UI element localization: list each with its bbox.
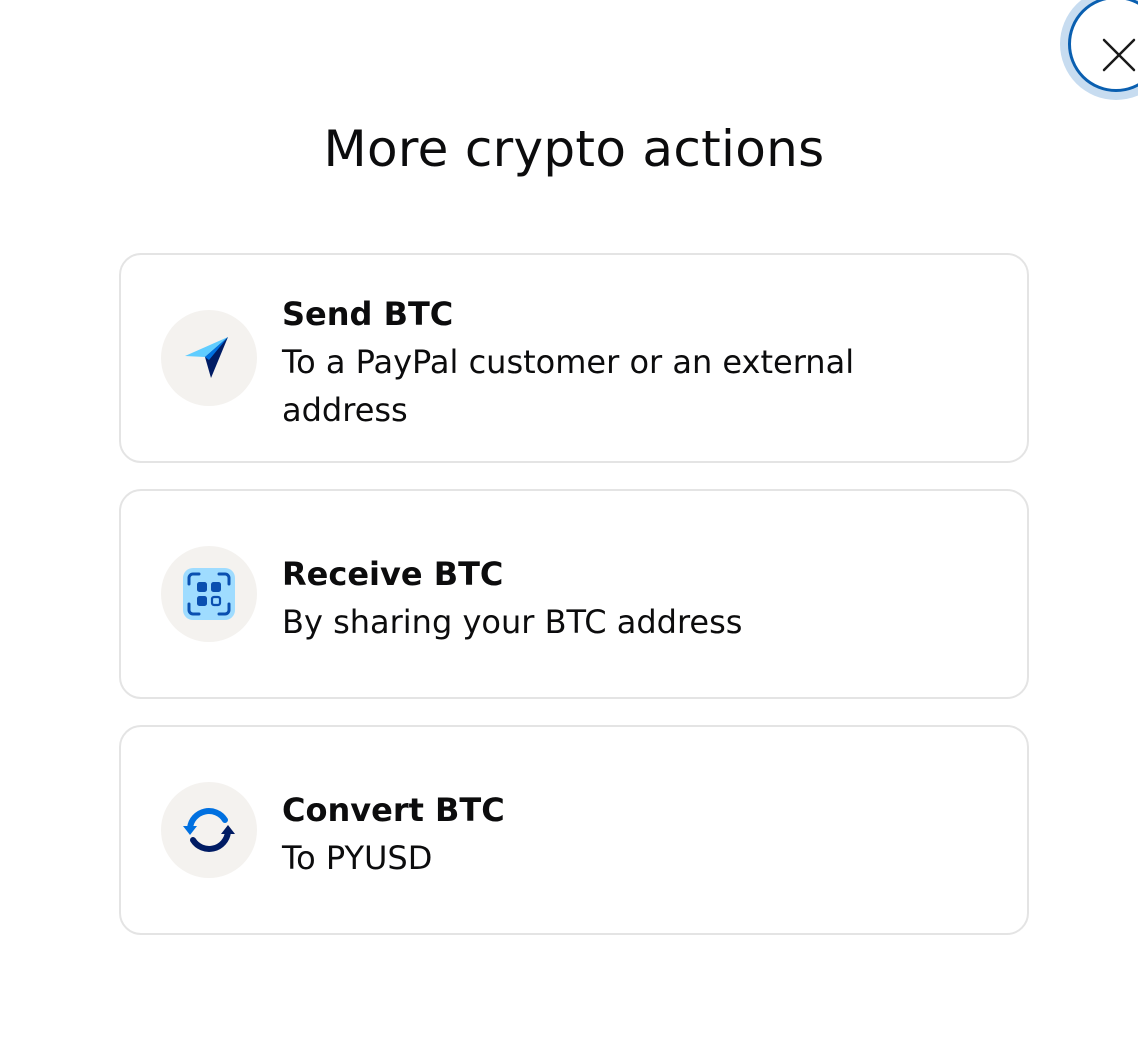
send-arrow-icon: [185, 337, 228, 378]
close-button-ring: [1060, 0, 1138, 100]
convert-btc-subtitle: To PYUSD: [282, 839, 433, 877]
send-btc-text: Send BTC To a PayPal customer or an exte…: [282, 290, 967, 434]
receive-icon-circle: [161, 546, 257, 642]
receive-btc-option[interactable]: Receive BTC By sharing your BTC address: [119, 489, 1029, 699]
convert-btc-title: Convert BTC: [282, 791, 505, 829]
convert-arrows-icon: [183, 808, 235, 852]
receive-btc-text: Receive BTC By sharing your BTC address: [282, 550, 967, 646]
send-icon-circle: [161, 310, 257, 406]
send-btc-title: Send BTC: [282, 295, 454, 333]
receive-btc-title: Receive BTC: [282, 555, 504, 593]
convert-btc-option[interactable]: Convert BTC To PYUSD: [119, 725, 1029, 935]
close-button[interactable]: [1068, 0, 1138, 92]
qr-code-icon: [183, 568, 235, 620]
send-btc-subtitle: To a PayPal customer or an external addr…: [282, 343, 855, 429]
close-icon: [1102, 38, 1136, 72]
send-btc-option[interactable]: Send BTC To a PayPal customer or an exte…: [119, 253, 1029, 463]
page-title: More crypto actions: [323, 120, 825, 178]
receive-btc-subtitle: By sharing your BTC address: [282, 603, 743, 641]
convert-btc-text: Convert BTC To PYUSD: [282, 786, 967, 882]
convert-icon-circle: [161, 782, 257, 878]
